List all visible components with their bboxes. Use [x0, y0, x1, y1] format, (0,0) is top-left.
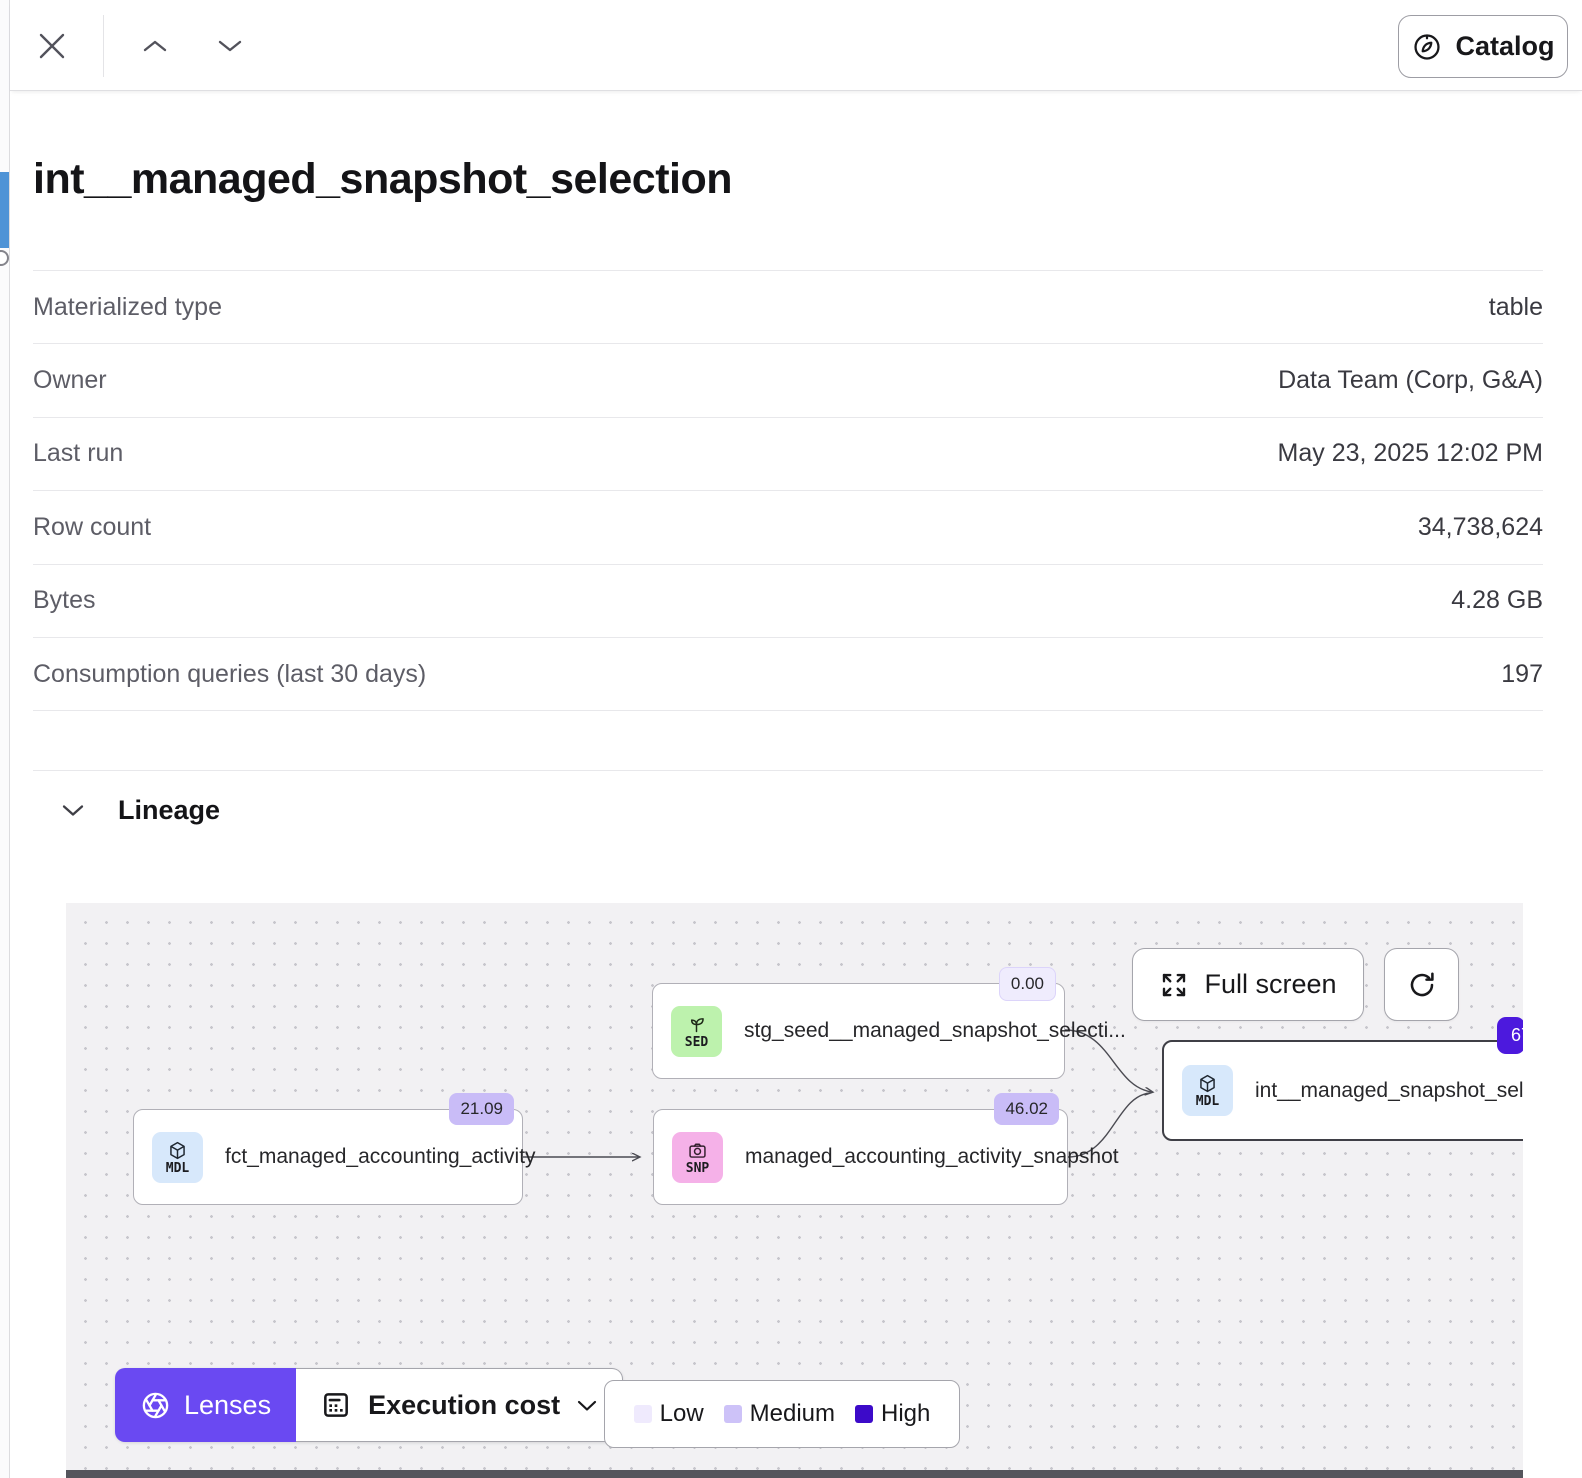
legend-swatch-high — [855, 1405, 873, 1423]
detail-row-row-count: Row count 34,738,624 — [33, 490, 1543, 563]
compass-icon — [1411, 31, 1443, 63]
node-type-code: MDL — [166, 1162, 189, 1175]
seed-sprout-icon — [686, 1014, 707, 1035]
lineage-canvas[interactable]: MDL fct_managed_accounting_activity 21.0… — [66, 903, 1523, 1478]
lens-selector-dropdown[interactable]: Execution cost — [296, 1368, 623, 1442]
lenses-button[interactable]: Lenses — [115, 1368, 296, 1442]
detail-label: Row count — [33, 513, 151, 542]
seed-type-chip: SED — [671, 1006, 722, 1057]
lens-selected-label: Execution cost — [368, 1390, 560, 1421]
details-table: Materialized type table Owner Data Team … — [33, 270, 1543, 711]
background-page-edge — [0, 0, 10, 1478]
detail-row-materialized-type: Materialized type table — [33, 270, 1543, 343]
fullscreen-button[interactable]: Full screen — [1132, 948, 1364, 1021]
detail-row-owner: Owner Data Team (Corp, G&A) — [33, 343, 1543, 416]
next-item-button[interactable] — [210, 34, 250, 58]
execution-cost-icon — [320, 1389, 352, 1421]
lineage-node-stg-seed-managed-snapshot-selection[interactable]: SED stg_seed__managed_snapshot_selecti..… — [652, 983, 1065, 1079]
lineage-node-fct-managed-accounting-activity[interactable]: MDL fct_managed_accounting_activity 21.0… — [133, 1109, 523, 1205]
execution-cost-badge: 46.02 — [994, 1093, 1059, 1125]
refresh-button[interactable] — [1384, 948, 1459, 1021]
detail-label: Materialized type — [33, 293, 222, 322]
header-divider — [103, 15, 104, 77]
detail-row-bytes: Bytes 4.28 GB — [33, 564, 1543, 637]
detail-value: 197 — [1501, 660, 1543, 689]
close-button[interactable] — [34, 28, 70, 64]
avatar — [0, 250, 9, 266]
model-cube-icon — [1197, 1073, 1218, 1094]
chevron-down-icon — [216, 38, 244, 54]
node-label: fct_managed_accounting_activity — [225, 1145, 536, 1169]
legend-item-medium: Medium — [724, 1400, 835, 1428]
canvas-bottom-edge — [66, 1470, 1523, 1478]
detail-label: Bytes — [33, 586, 96, 615]
node-label: stg_seed__managed_snapshot_selecti... — [744, 1019, 1126, 1043]
detail-value: table — [1489, 293, 1543, 322]
lenses-control: Lenses Execution cost — [115, 1368, 623, 1442]
legend-label: Low — [660, 1400, 704, 1428]
refresh-icon — [1406, 969, 1438, 1001]
detail-value: Data Team (Corp, G&A) — [1278, 366, 1543, 395]
aperture-icon — [140, 1390, 171, 1421]
legend-swatch-low — [634, 1405, 652, 1423]
legend-label: Medium — [750, 1400, 835, 1428]
detail-value: 34,738,624 — [1418, 513, 1543, 542]
detail-value: May 23, 2025 12:02 PM — [1278, 439, 1543, 468]
node-label: managed_accounting_activity_snapshot — [745, 1145, 1119, 1169]
close-icon — [35, 29, 69, 63]
lineage-section-header[interactable]: Lineage — [60, 795, 220, 826]
detail-value: 4.28 GB — [1451, 586, 1543, 615]
model-type-chip: MDL — [1182, 1065, 1233, 1116]
legend-swatch-medium — [724, 1405, 742, 1423]
cost-legend: Low Medium High — [604, 1380, 960, 1448]
collapse-chevron-icon[interactable] — [60, 803, 86, 818]
catalog-button[interactable]: Catalog — [1398, 15, 1568, 78]
lineage-node-managed-accounting-activity-snapshot[interactable]: SNP managed_accounting_activity_snapshot… — [653, 1109, 1068, 1205]
nav-selection-indicator — [0, 172, 9, 248]
detail-label: Owner — [33, 366, 107, 395]
node-label: int__managed_snapshot_selection — [1255, 1079, 1523, 1103]
chevron-down-icon — [576, 1399, 598, 1412]
snapshot-camera-icon — [687, 1140, 708, 1161]
fullscreen-button-label: Full screen — [1204, 969, 1336, 1000]
panel-header: Catalog — [10, 0, 1582, 91]
previous-item-button[interactable] — [135, 34, 175, 58]
expand-arrows-icon — [1159, 970, 1189, 1000]
execution-cost-badge: 21.09 — [449, 1093, 514, 1125]
lineage-node-int-managed-snapshot-selection[interactable]: MDL int__managed_snapshot_selection — [1162, 1040, 1523, 1141]
node-type-code: SED — [685, 1036, 708, 1049]
lineage-section-title: Lineage — [118, 795, 220, 826]
execution-cost-badge: 0.00 — [999, 967, 1056, 1001]
detail-row-consumption-queries: Consumption queries (last 30 days) 197 — [33, 637, 1543, 711]
lenses-button-label: Lenses — [184, 1390, 271, 1421]
detail-label: Consumption queries (last 30 days) — [33, 660, 426, 689]
chevron-up-icon — [141, 38, 169, 54]
node-type-code: MDL — [1196, 1095, 1219, 1108]
detail-label: Last run — [33, 439, 123, 468]
model-cube-icon — [167, 1140, 188, 1161]
legend-label: High — [881, 1400, 930, 1428]
catalog-button-label: Catalog — [1455, 31, 1554, 62]
node-type-code: SNP — [686, 1162, 709, 1175]
legend-item-low: Low — [634, 1400, 704, 1428]
model-type-chip: MDL — [152, 1132, 203, 1183]
page-title: int__managed_snapshot_selection — [33, 155, 732, 204]
section-divider — [33, 770, 1543, 771]
legend-item-high: High — [855, 1400, 930, 1428]
detail-row-last-run: Last run May 23, 2025 12:02 PM — [33, 417, 1543, 490]
snapshot-type-chip: SNP — [672, 1132, 723, 1183]
execution-cost-badge: 67 — [1497, 1017, 1523, 1054]
